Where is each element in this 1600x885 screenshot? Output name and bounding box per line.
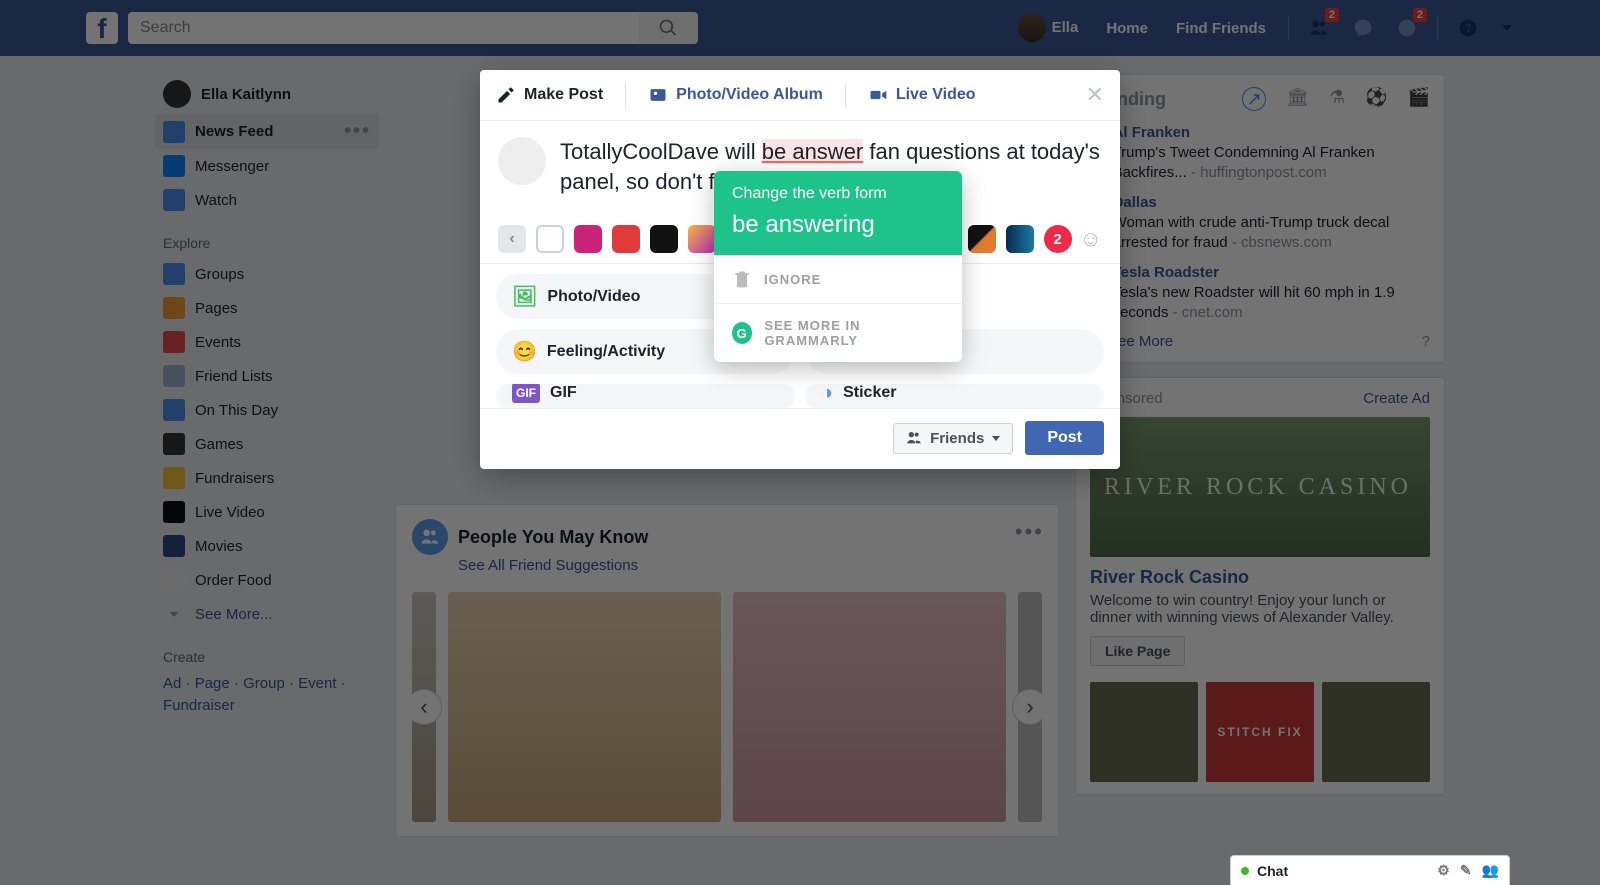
post-button[interactable]: Post bbox=[1025, 421, 1104, 455]
compose-modal: Make Post Photo/Video Album Live Video ✕… bbox=[480, 70, 1120, 469]
video-icon bbox=[868, 85, 888, 105]
grammarly-hint: Change the verb form bbox=[732, 185, 944, 203]
smile-icon: 😊 bbox=[512, 339, 537, 364]
trash-icon bbox=[732, 269, 752, 289]
grammarly-ignore[interactable]: IGNORE bbox=[714, 255, 962, 303]
bg-prev[interactable]: ‹ bbox=[498, 225, 526, 253]
option-sticker[interactable]: ◑ Sticker bbox=[805, 384, 1104, 408]
photo-icon bbox=[648, 85, 668, 105]
compose-footer: Friends Post bbox=[480, 408, 1120, 469]
bg-swatch[interactable] bbox=[650, 225, 678, 253]
bg-swatch[interactable] bbox=[574, 225, 602, 253]
grammarly-see-more[interactable]: G SEE MORE IN GRAMMARLY bbox=[714, 304, 962, 362]
tab-label: Make Post bbox=[524, 86, 603, 104]
bg-swatch[interactable] bbox=[968, 225, 996, 253]
compose-icon[interactable]: ✎ bbox=[1460, 862, 1472, 879]
grammarly-suggestion-text: be answering bbox=[732, 211, 944, 239]
separator bbox=[845, 83, 846, 107]
separator bbox=[625, 83, 626, 107]
pencil-icon bbox=[496, 85, 516, 105]
emoji-picker-icon[interactable]: ☺ bbox=[1080, 226, 1102, 252]
option-label: Sticker bbox=[843, 384, 896, 402]
grammarly-popup: Change the verb form be answering IGNORE… bbox=[714, 171, 962, 362]
chat-icons: ⚙ ✎ 👥 bbox=[1437, 862, 1499, 879]
bg-swatch[interactable] bbox=[688, 225, 716, 253]
option-label: Feeling/Activity bbox=[547, 343, 665, 361]
friends-icon bbox=[906, 430, 922, 446]
option-gif[interactable]: GIF GIF bbox=[496, 384, 795, 408]
emoji-area: 2 ☺ bbox=[1044, 225, 1102, 253]
tab-label: Photo/Video Album bbox=[676, 86, 823, 104]
tab-make-post[interactable]: Make Post bbox=[496, 85, 603, 105]
avatar bbox=[498, 137, 546, 185]
text-error: be answer bbox=[762, 139, 864, 164]
gear-icon[interactable]: ⚙ bbox=[1437, 862, 1450, 879]
gif-icon: GIF bbox=[512, 384, 540, 403]
error-count-badge[interactable]: 2 bbox=[1044, 225, 1072, 253]
tab-label: Live Video bbox=[896, 86, 976, 104]
bg-swatch[interactable] bbox=[612, 225, 640, 253]
option-label: Photo/Video bbox=[547, 288, 640, 306]
sticker-icon: ◑ bbox=[821, 384, 833, 405]
online-dot bbox=[1241, 867, 1249, 875]
see-more-label: SEE MORE IN GRAMMARLY bbox=[764, 318, 944, 348]
tab-photo-album[interactable]: Photo/Video Album bbox=[648, 85, 823, 105]
compose-tabs: Make Post Photo/Video Album Live Video ✕ bbox=[480, 70, 1120, 121]
chat-bar[interactable]: Chat ⚙ ✎ 👥 bbox=[1230, 855, 1510, 885]
audience-label: Friends bbox=[930, 430, 984, 447]
grammarly-suggestion[interactable]: Change the verb form be answering bbox=[714, 171, 962, 255]
chat-label: Chat bbox=[1257, 863, 1288, 879]
photo-icon: 🖼 bbox=[512, 284, 537, 309]
audience-selector[interactable]: Friends bbox=[893, 423, 1013, 454]
option-label: GIF bbox=[550, 384, 577, 402]
text-before: TotallyCoolDave will bbox=[560, 139, 762, 164]
bg-swatch[interactable] bbox=[1006, 225, 1034, 253]
bg-swatch[interactable] bbox=[536, 225, 564, 253]
chevron-down-icon bbox=[992, 436, 1000, 441]
compose-body: TotallyCoolDave will be answer fan quest… bbox=[480, 121, 1120, 263]
people-icon[interactable]: 👥 bbox=[1482, 862, 1499, 879]
ignore-label: IGNORE bbox=[764, 272, 821, 287]
tab-live-video[interactable]: Live Video bbox=[868, 85, 976, 105]
close-button[interactable]: ✕ bbox=[1086, 82, 1104, 108]
grammarly-logo-icon: G bbox=[732, 322, 752, 344]
